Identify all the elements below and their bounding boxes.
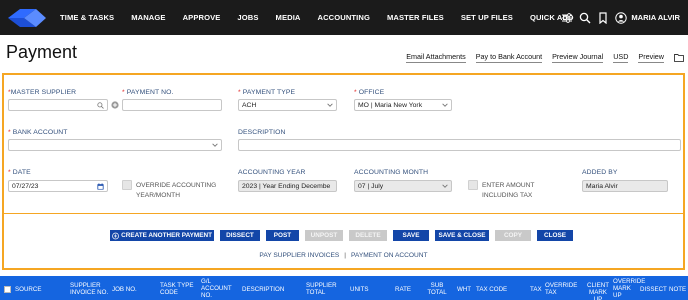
create-another-payment-button[interactable]: CREATE ANOTHER PAYMENT bbox=[110, 230, 214, 241]
payment-type-label: * PAYMENT TYPE bbox=[238, 89, 296, 96]
date-input[interactable]: 07/27/23 bbox=[8, 180, 108, 192]
chevron-down-icon bbox=[327, 103, 333, 107]
plus-circle-icon bbox=[112, 232, 119, 239]
app-logo[interactable] bbox=[6, 6, 48, 30]
unpost-button[interactable]: UNPOST bbox=[305, 230, 343, 241]
email-attachments-link[interactable]: Email Attachments bbox=[406, 52, 466, 63]
user-circle-icon[interactable] bbox=[615, 11, 628, 24]
search-icon[interactable] bbox=[579, 12, 591, 24]
column-header-rate[interactable]: RATE bbox=[395, 286, 411, 293]
column-header-dissect[interactable]: DISSECT bbox=[640, 286, 667, 293]
preview-link[interactable]: Preview bbox=[638, 52, 664, 63]
preview-journal-link[interactable]: Preview Journal bbox=[552, 52, 604, 63]
override-accounting-label: OVERRIDE ACCOUNTING YEAR/MONTH bbox=[136, 182, 217, 199]
column-header-sub-total[interactable]: SUB TOTAL bbox=[427, 282, 447, 296]
top-right-toolbar: MARIA ALVIR bbox=[555, 0, 680, 35]
column-header-description[interactable]: DESCRIPTION bbox=[242, 286, 284, 293]
bank-account-label: * BANK ACCOUNT bbox=[8, 129, 68, 136]
select-all-checkbox[interactable] bbox=[4, 286, 11, 293]
copy-button[interactable]: COPY bbox=[495, 230, 531, 241]
payment-no-label: * PAYMENT NO. bbox=[122, 89, 174, 96]
save-button[interactable]: SAVE bbox=[393, 230, 429, 241]
column-header-task-type-code[interactable]: TASK TYPE CODE bbox=[160, 282, 196, 296]
nav-item-set-up-files[interactable]: SET UP FILES bbox=[461, 13, 513, 22]
add-supplier-icon[interactable] bbox=[111, 101, 119, 109]
user-name[interactable]: MARIA ALVIR bbox=[631, 13, 680, 22]
column-header-tax-code[interactable]: TAX CODE bbox=[476, 286, 507, 293]
column-header-override-mark-up[interactable]: OVERRIDE MARK UP bbox=[613, 278, 645, 299]
pay-to-bank-account-link[interactable]: Pay to Bank Account bbox=[475, 52, 543, 63]
description-label: DESCRIPTION bbox=[238, 129, 286, 136]
chevron-down-icon bbox=[442, 103, 448, 107]
currency-link[interactable]: USD bbox=[613, 52, 629, 63]
column-header-supplier-total[interactable]: SUPPLIER TOTAL bbox=[306, 282, 342, 296]
office-select[interactable]: MO | Maria New York bbox=[354, 99, 452, 111]
payment-form-panel: *MASTER SUPPLIER * PAYMENT NO. * PAYMENT… bbox=[2, 73, 685, 270]
accounting-year-select[interactable]: 2023 | Year Ending Decembe bbox=[238, 180, 337, 192]
bank-account-select[interactable] bbox=[8, 139, 222, 151]
action-buttons: CREATE ANOTHER PAYMENT DISSECT POST UNPO… bbox=[110, 230, 579, 241]
payment-on-account-link[interactable]: PAYMENT ON ACCOUNT bbox=[351, 252, 428, 259]
page-title: Payment bbox=[6, 42, 78, 62]
close-button[interactable]: CLOSE bbox=[537, 230, 573, 241]
pay-supplier-invoices-link[interactable]: PAY SUPPLIER INVOICES bbox=[259, 252, 339, 259]
dissect-button[interactable]: DISSECT bbox=[220, 230, 260, 241]
column-header-wht[interactable]: WHT bbox=[457, 286, 471, 293]
title-links: Email Attachments Pay to Bank Account Pr… bbox=[396, 52, 684, 63]
payment-mode-links: PAY SUPPLIER INVOICES | PAYMENT ON ACCOUNT bbox=[4, 252, 683, 259]
panel-divider bbox=[4, 213, 683, 214]
filter-sliders-icon[interactable] bbox=[561, 12, 573, 24]
nav-item-master-files[interactable]: MASTER FILES bbox=[387, 13, 444, 22]
column-header-job-no[interactable]: JOB NO. bbox=[112, 286, 137, 293]
payment-no-input[interactable] bbox=[122, 99, 222, 111]
bookmark-icon[interactable] bbox=[597, 11, 609, 24]
added-by-input: Maria Alvir bbox=[582, 180, 668, 192]
link-separator: | bbox=[344, 252, 347, 259]
nav-item-time-tasks[interactable]: TIME & TASKS bbox=[60, 13, 114, 22]
main-nav: TIME & TASKS MANAGE APPROVE JOBS MEDIA A… bbox=[60, 0, 591, 35]
accounting-month-label: ACCOUNTING MONTH bbox=[354, 169, 429, 176]
enter-amount-including-tax-label: ENTER AMOUNT INCLUDING TAX bbox=[482, 182, 535, 199]
override-accounting-checkbox[interactable] bbox=[122, 180, 132, 190]
column-header-units[interactable]: UNITS bbox=[350, 286, 369, 293]
nav-item-manage[interactable]: MANAGE bbox=[131, 13, 165, 22]
search-icon[interactable] bbox=[97, 102, 104, 109]
top-navigation-bar: TIME & TASKS MANAGE APPROVE JOBS MEDIA A… bbox=[0, 0, 688, 35]
column-header-note[interactable]: NOTE bbox=[669, 286, 686, 293]
column-header-client-mark-up[interactable]: CLIENT MARK UP bbox=[585, 282, 611, 300]
enter-amount-including-tax-checkbox[interactable] bbox=[468, 180, 478, 190]
calendar-icon[interactable] bbox=[97, 183, 104, 190]
description-input[interactable] bbox=[238, 139, 681, 151]
column-header-override-tax[interactable]: OVERRIDE TAX bbox=[545, 282, 577, 296]
added-by-label: ADDED BY bbox=[582, 169, 618, 176]
chevron-down-icon bbox=[442, 184, 448, 188]
accounting-year-label: ACCOUNTING YEAR bbox=[238, 169, 306, 176]
delete-button[interactable]: DELETE bbox=[349, 230, 387, 241]
payment-type-select[interactable]: ACH bbox=[238, 99, 337, 111]
dissection-table-header: SOURCE SUPPLIER INVOICE NO. JOB NO. TASK… bbox=[0, 276, 688, 300]
column-header-tax[interactable]: TAX bbox=[530, 286, 542, 293]
column-header-gl-account-no[interactable]: G/L ACCOUNT NO. bbox=[201, 278, 235, 299]
chevron-down-icon bbox=[212, 143, 218, 147]
folder-icon[interactable] bbox=[674, 53, 684, 62]
column-header-supplier-invoice-no[interactable]: SUPPLIER INVOICE NO. bbox=[70, 282, 110, 296]
save-and-close-button[interactable]: SAVE & CLOSE bbox=[435, 230, 489, 241]
nav-item-approve[interactable]: APPROVE bbox=[183, 13, 221, 22]
nav-item-jobs[interactable]: JOBS bbox=[237, 13, 258, 22]
nav-item-accounting[interactable]: ACCOUNTING bbox=[317, 13, 369, 22]
accounting-month-select[interactable]: 07 | July bbox=[354, 180, 452, 192]
office-label: * OFFICE bbox=[354, 89, 385, 96]
nav-item-media[interactable]: MEDIA bbox=[276, 13, 301, 22]
master-supplier-label: *MASTER SUPPLIER bbox=[8, 89, 77, 96]
post-button[interactable]: POST bbox=[266, 230, 299, 241]
column-header-source[interactable]: SOURCE bbox=[15, 286, 41, 293]
date-label: * DATE bbox=[8, 169, 31, 176]
master-supplier-input[interactable] bbox=[8, 99, 108, 111]
